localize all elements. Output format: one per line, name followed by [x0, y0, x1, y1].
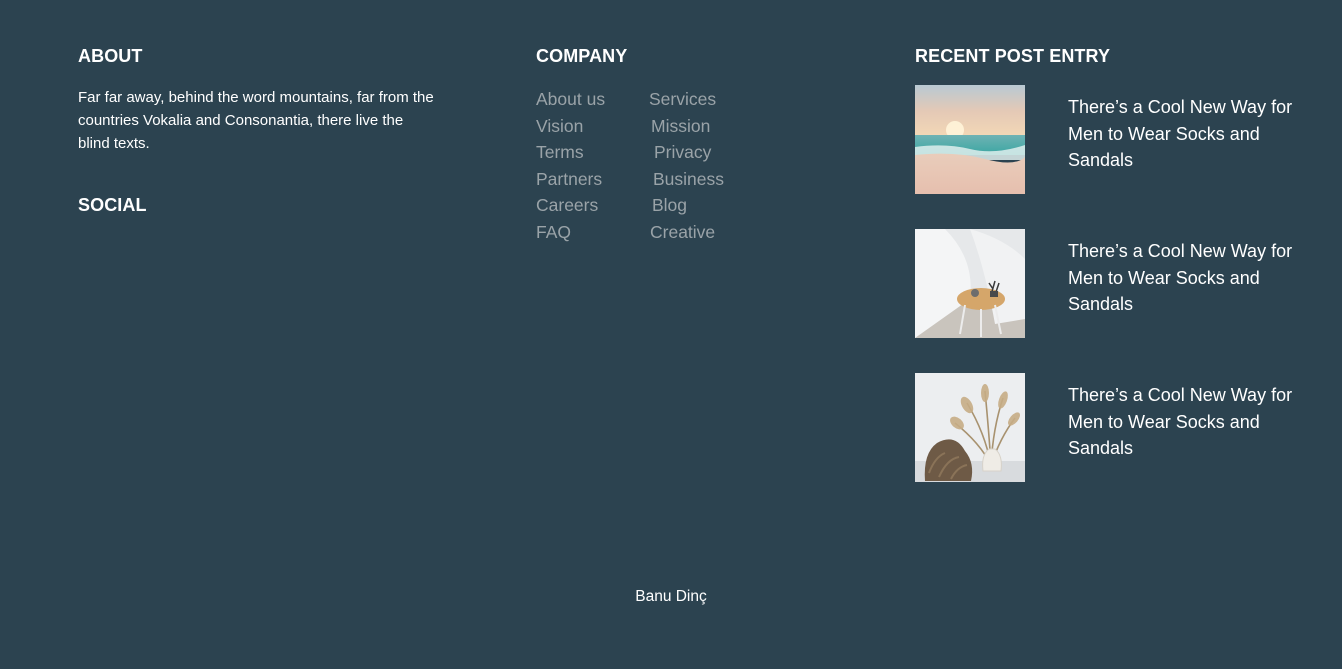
recent-posts-heading: RECENT POST ENTRY — [915, 46, 1111, 66]
link-careers[interactable]: Careers — [536, 192, 649, 219]
link-mission[interactable]: Mission — [651, 113, 769, 140]
link-business[interactable]: Business — [653, 166, 769, 193]
footer-credit: Banu Dinç — [635, 588, 707, 605]
link-creative[interactable]: Creative — [650, 219, 769, 246]
recent-post-item[interactable]: There’s a Cool New Way for Men to Wear S… — [915, 229, 1335, 339]
recent-post-item[interactable]: There’s a Cool New Way for Men to Wear S… — [915, 85, 1335, 195]
link-vision[interactable]: Vision — [536, 113, 649, 140]
link-faq[interactable]: FAQ — [536, 219, 649, 246]
recent-post-item[interactable]: There’s a Cool New Way for Men to Wear S… — [915, 373, 1335, 483]
about-text: Far far away, behind the word mountains,… — [78, 89, 434, 152]
company-links: About us Services Vision Mission Terms P… — [536, 86, 796, 245]
social-heading: SOCIAL — [78, 195, 147, 215]
recent-post-title[interactable]: There’s a Cool New Way for Men to Wear S… — [1068, 238, 1328, 318]
recent-posts-column: RECENT POST ENTRY There’s a Cool New Way… — [915, 44, 1335, 482]
about-heading: ABOUT — [78, 46, 143, 66]
side-table-interior-image[interactable] — [915, 229, 1025, 338]
link-about-us[interactable]: About us — [536, 86, 649, 113]
company-column: COMPANY About us Services Vision Mission… — [536, 44, 796, 245]
dried-grass-vase-image[interactable] — [915, 373, 1025, 482]
recent-post-title[interactable]: There’s a Cool New Way for Men to Wear S… — [1068, 94, 1328, 174]
beach-sunset-image[interactable] — [915, 85, 1025, 194]
link-terms[interactable]: Terms — [536, 139, 649, 166]
about-column: ABOUT Far far away, behind the word moun… — [78, 44, 438, 217]
link-partners[interactable]: Partners — [536, 166, 649, 193]
link-blog[interactable]: Blog — [652, 192, 769, 219]
company-heading: COMPANY — [536, 46, 628, 66]
recent-post-title[interactable]: There’s a Cool New Way for Men to Wear S… — [1068, 382, 1328, 462]
link-services[interactable]: Services — [649, 86, 769, 113]
link-privacy[interactable]: Privacy — [654, 139, 769, 166]
